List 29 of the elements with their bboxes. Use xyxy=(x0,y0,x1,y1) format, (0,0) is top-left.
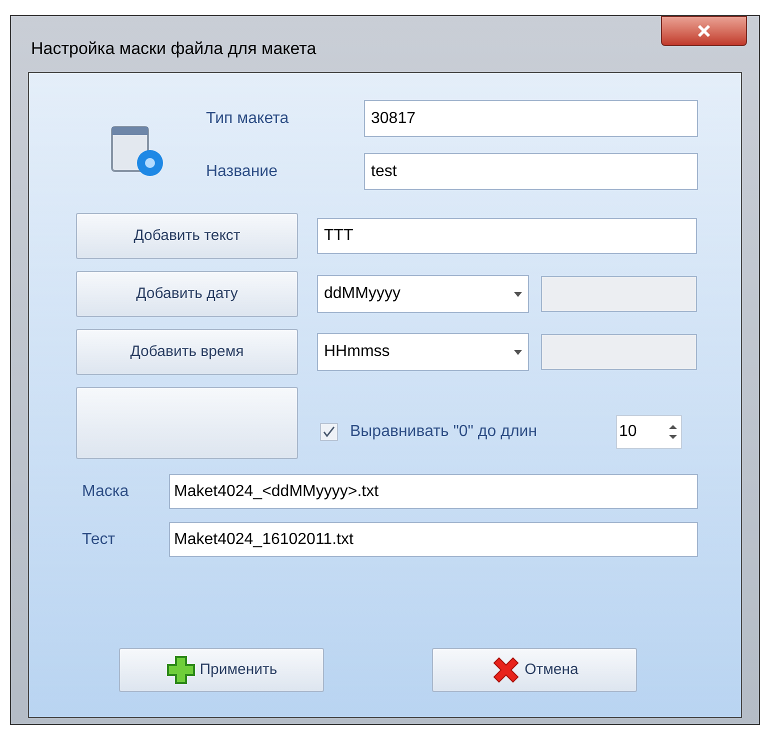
check-icon xyxy=(323,426,335,438)
add-button[interactable]: Добавить дату xyxy=(76,271,298,317)
field-label: Тест xyxy=(82,530,116,550)
text-field[interactable]: Maket4024_16102011.txt xyxy=(169,522,698,557)
field-label: Название xyxy=(206,162,278,182)
field-label: Тип макета xyxy=(206,108,290,128)
add-button[interactable]: Добавить время xyxy=(76,329,298,375)
checkbox[interactable] xyxy=(320,423,338,441)
apply-button[interactable]: Применить xyxy=(119,648,324,692)
empty-button[interactable] xyxy=(76,387,298,459)
text-field[interactable]: Maket4024_<ddMMyyyy>.txt xyxy=(169,474,698,509)
dropdown-arrow-icon xyxy=(514,350,522,354)
spinner-arrows-icon xyxy=(669,424,677,440)
field-label: Маска xyxy=(82,482,130,502)
format-dropdown[interactable]: ddMMyyyy xyxy=(317,275,529,313)
number-spinner[interactable]: 10 xyxy=(616,415,682,449)
cancel-button[interactable]: Отмена xyxy=(432,648,637,692)
dropdown-arrow-icon xyxy=(514,292,522,296)
close-icon xyxy=(697,24,711,38)
text-field[interactable]: TTT xyxy=(317,218,697,254)
close-button[interactable] xyxy=(661,16,747,46)
add-text-button[interactable]: Добавить текст xyxy=(76,213,298,259)
text-field[interactable]: test xyxy=(364,153,698,190)
window-title: Настройка маски файла для макета xyxy=(31,38,316,60)
plus-icon xyxy=(166,655,196,685)
format-dropdown[interactable]: HHmmss xyxy=(317,333,529,371)
text-field[interactable]: 30817 xyxy=(364,100,698,137)
checkbox-label: Выравнивать "0" до длин xyxy=(350,422,538,442)
cross-icon xyxy=(490,655,521,685)
